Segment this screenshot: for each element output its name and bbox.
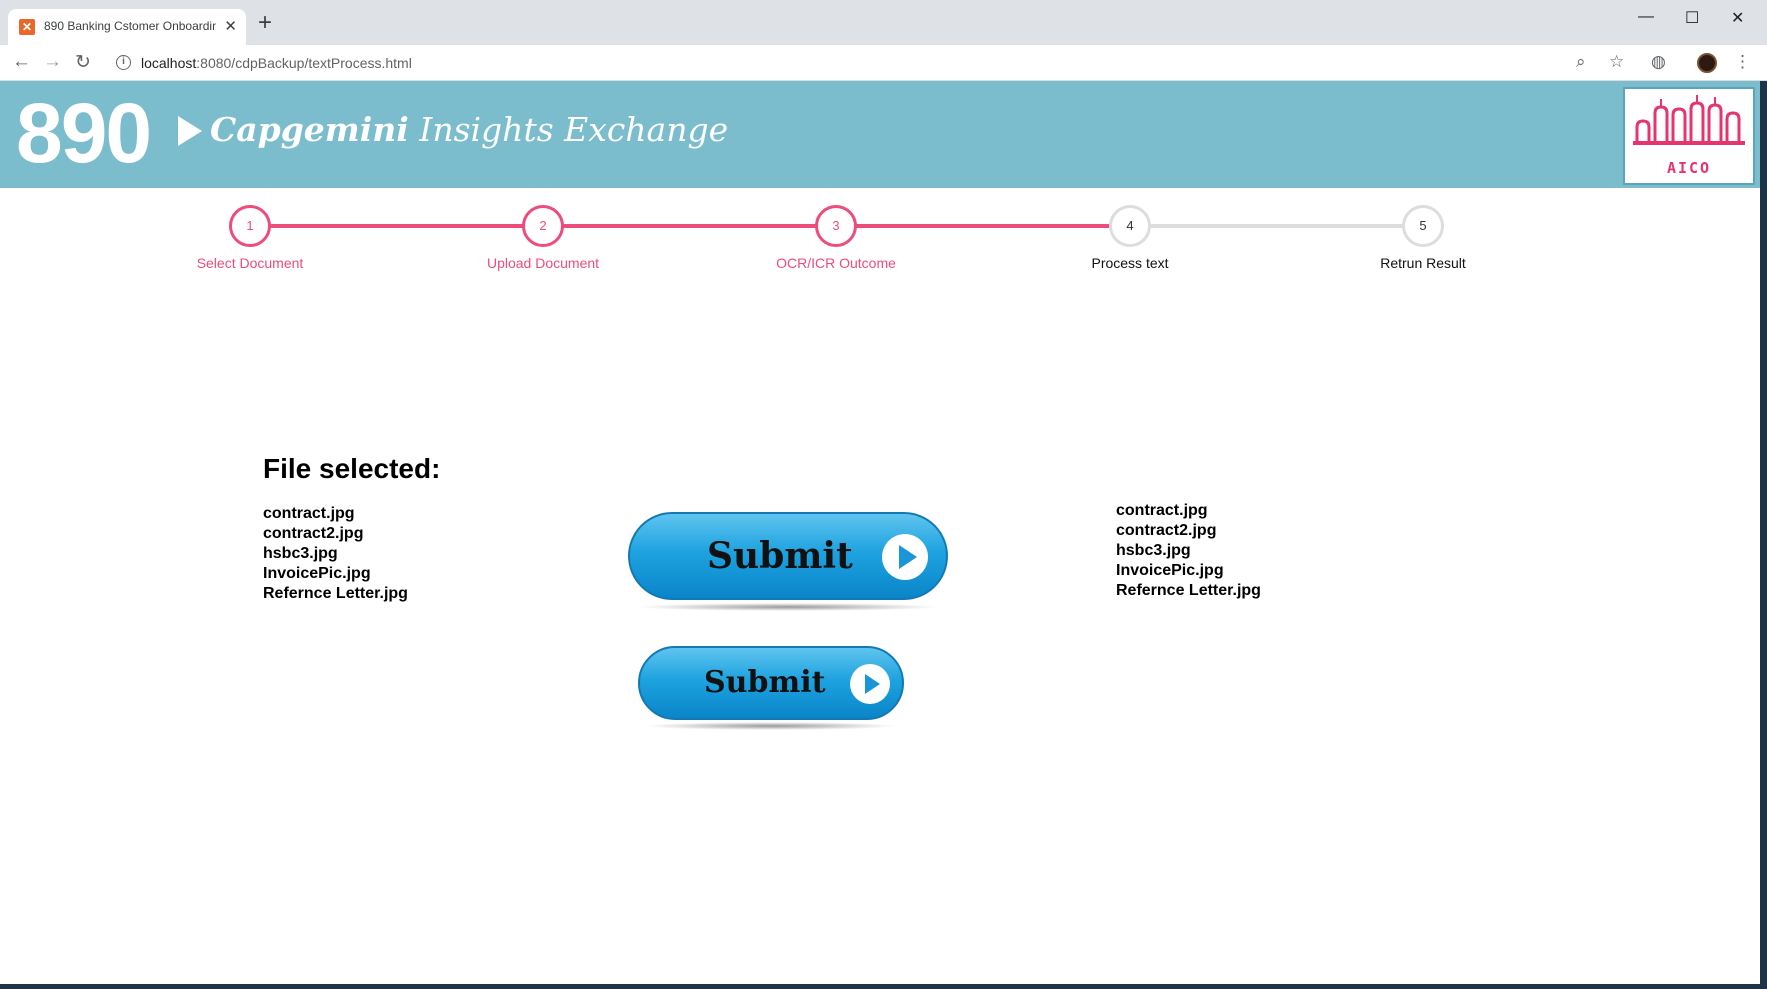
submit-button-secondary[interactable]: Submit (638, 646, 904, 720)
header-banner: 890 Capgemini Insights Exchange AICO (0, 81, 1760, 188)
close-window-icon[interactable]: ✕ (1731, 8, 1744, 28)
submit-label: Submit (707, 535, 853, 577)
play-icon (882, 534, 928, 580)
step-5-label: Retrun Result (1380, 255, 1466, 271)
play-icon (850, 664, 890, 704)
logo-text: AICO (1666, 159, 1712, 177)
step-4-circle[interactable]: 4 (1109, 205, 1151, 247)
favicon-icon: ✕ (19, 19, 35, 35)
bookmark-star-icon[interactable]: ☆ (1609, 52, 1624, 72)
step-2-label: Upload Document (486, 255, 600, 271)
menu-icon[interactable]: ⋮ (1734, 52, 1751, 72)
brand-number: 890 (16, 86, 152, 180)
step-connector (543, 224, 836, 228)
brand-name: Capgemini Insights Exchange (210, 110, 729, 149)
browser-tab[interactable]: ✕ 890 Banking Cstomer Onboarding ✕ (8, 9, 246, 45)
browser-toolbar: ← → ↻ i localhost:8080/cdpBackup/textPro… (0, 45, 1767, 81)
list-item: Refernce Letter.jpg (263, 585, 408, 602)
tab-title: 890 Banking Cstomer Onboarding (44, 19, 216, 33)
step-2-circle[interactable]: 2 (522, 205, 564, 247)
extension-icon[interactable]: ◍ (1651, 52, 1666, 72)
progress-stepper: 1 2 3 4 5 Select Document Upload Documen… (0, 188, 1760, 288)
file-selected-heading: File selected: (263, 453, 441, 484)
step-3-circle[interactable]: 3 (815, 205, 857, 247)
button-shadow (636, 603, 940, 611)
close-tab-icon[interactable]: ✕ (224, 17, 237, 35)
list-item: hsbc3.jpg (263, 545, 338, 562)
window-border (1760, 81, 1767, 989)
step-1-label: Select Document (196, 255, 304, 271)
brand-arrow-icon (178, 116, 202, 146)
browser-chrome: ✕ 890 Banking Cstomer Onboarding ✕ + — ☐… (0, 0, 1767, 81)
list-item: contract.jpg (1116, 502, 1208, 519)
step-connector (250, 224, 543, 228)
list-item: contract2.jpg (263, 525, 364, 542)
submit-button[interactable]: Submit (628, 512, 948, 600)
aico-logo: AICO (1623, 87, 1755, 185)
step-connector (836, 224, 1130, 228)
forward-icon[interactable]: → (43, 51, 62, 73)
new-tab-icon[interactable]: + (258, 11, 272, 35)
step-1-circle[interactable]: 1 (229, 205, 271, 247)
list-item: hsbc3.jpg (1116, 542, 1191, 559)
address-bar[interactable]: i localhost:8080/cdpBackup/textProcess.h… (107, 49, 1537, 77)
zoom-icon[interactable]: ⌕ (1576, 52, 1586, 72)
list-item: InvoicePic.jpg (263, 565, 371, 582)
maximize-icon[interactable]: ☐ (1685, 8, 1699, 28)
step-3-label: OCR/ICR Outcome (776, 255, 896, 271)
submit-label: Submit (704, 665, 826, 700)
url-text[interactable]: localhost:8080/cdpBackup/textProcess.htm… (141, 55, 412, 71)
step-5-circle[interactable]: 5 (1402, 205, 1444, 247)
minimize-icon[interactable]: — (1638, 8, 1654, 26)
list-item: contract2.jpg (1116, 522, 1217, 539)
page-viewport: 890 Capgemini Insights Exchange AICO 1 2… (0, 81, 1760, 984)
processed-files-list: contract.jpg contract2.jpg hsbc3.jpg Inv… (1116, 501, 1261, 601)
list-item: Refernce Letter.jpg (1116, 582, 1261, 599)
list-item: InvoicePic.jpg (1116, 562, 1224, 579)
city-skyline-icon (1633, 95, 1745, 145)
step-4-label: Process text (1091, 255, 1169, 271)
reload-icon[interactable]: ↻ (75, 51, 91, 74)
list-item: contract.jpg (263, 505, 355, 522)
selected-files-list: contract.jpg contract2.jpg hsbc3.jpg Inv… (263, 504, 408, 604)
button-shadow (644, 722, 898, 730)
profile-avatar[interactable] (1697, 53, 1717, 73)
step-connector (1130, 224, 1423, 228)
info-icon[interactable]: i (116, 55, 131, 70)
back-icon[interactable]: ← (12, 51, 31, 73)
